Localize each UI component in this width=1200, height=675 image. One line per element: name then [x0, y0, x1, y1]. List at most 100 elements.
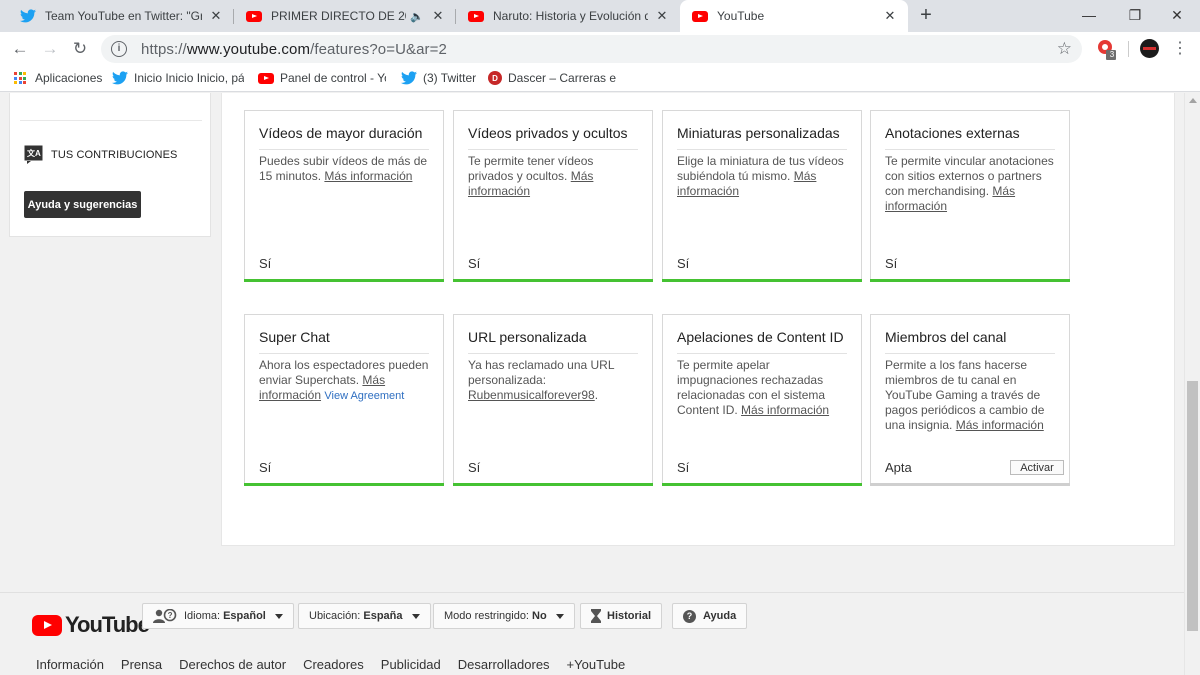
bookmark-dascer[interactable]: D Dascer – Carreras en: [488, 71, 616, 85]
more-info-link[interactable]: Más información: [324, 169, 412, 183]
feature-status: Sí: [468, 256, 481, 271]
forward-icon[interactable]: →: [38, 38, 62, 60]
activate-button[interactable]: Activar: [1010, 460, 1064, 475]
language-picker[interactable]: ? Idioma: Español: [142, 603, 294, 629]
feature-status: Apta: [885, 460, 912, 475]
link-suffix: .: [594, 388, 599, 402]
feature-description: Puedes subir vídeos de más de 15 minutos…: [259, 154, 431, 184]
status-bar: [244, 483, 444, 486]
status-bar: [244, 279, 444, 282]
location-label: Ubicación:: [309, 610, 361, 622]
location-picker[interactable]: Ubicación: España: [298, 603, 431, 629]
contributions-link[interactable]: 文A TUS CONTRIBUCIONES: [24, 145, 177, 164]
help-button[interactable]: ? Ayuda: [672, 603, 748, 629]
extension-badge: 3: [1109, 50, 1115, 59]
scrollbar[interactable]: [1184, 93, 1200, 675]
twitter-icon: [401, 71, 417, 85]
scrollbar-thumb[interactable]: [1187, 381, 1198, 631]
restricted-mode-picker[interactable]: Modo restringido: No: [433, 603, 575, 629]
bookmark-panel-control[interactable]: Panel de control - Yo: [258, 71, 386, 85]
chevron-down-icon: [411, 613, 420, 619]
feature-description-text: Ya has reclamado una URL personalizada:: [468, 358, 615, 387]
footer-link[interactable]: Derechos de autor: [179, 657, 286, 672]
tab-twitter[interactable]: Team YouTube en Twitter: "Gracias ✕: [8, 0, 234, 32]
footer-link[interactable]: Información: [36, 657, 104, 672]
close-icon[interactable]: ✕: [430, 8, 446, 24]
feature-divider: [677, 353, 847, 354]
more-info-link[interactable]: Más información: [956, 418, 1044, 432]
bookmark-aplicaciones[interactable]: Aplicaciones: [14, 71, 102, 85]
more-info-link[interactable]: Más información: [741, 403, 829, 417]
info-icon[interactable]: i: [111, 41, 127, 57]
page-viewport: 文A TUS CONTRIBUCIONES Ayuda y sugerencia…: [0, 93, 1184, 675]
close-icon[interactable]: ✕: [654, 8, 670, 24]
window-close-button[interactable]: ✕: [1154, 0, 1200, 30]
status-bar: [870, 279, 1070, 282]
language-label: Idioma:: [184, 610, 221, 622]
feature-status: Sí: [468, 460, 481, 475]
status-bar: [453, 483, 653, 486]
scroll-up-arrow-icon[interactable]: [1189, 98, 1197, 103]
feature-status: Sí: [259, 256, 272, 271]
feature-title: Miembros del canal: [885, 329, 1007, 345]
tab-naruto[interactable]: Naruto: Historia y Evolución de IT ✕: [456, 0, 680, 32]
tab-title: Team YouTube en Twitter: "Gracias: [45, 9, 202, 23]
contributions-label: TUS CONTRIBUCIONES: [51, 148, 178, 161]
footer-link[interactable]: Prensa: [121, 657, 162, 672]
url-prefix: https://: [141, 40, 187, 58]
reload-icon[interactable]: ↻: [68, 38, 92, 60]
extension-icon[interactable]: 3: [1097, 39, 1117, 66]
help-icon: ?: [683, 609, 696, 623]
footer-link[interactable]: Desarrolladores: [458, 657, 550, 672]
close-icon[interactable]: ✕: [882, 8, 898, 24]
language-icon: ?: [153, 609, 177, 623]
new-tab-button[interactable]: +: [916, 5, 936, 27]
minimize-button[interactable]: —: [1066, 0, 1112, 30]
translate-icon: 文A: [24, 145, 43, 164]
feature-title: Miniaturas personalizadas: [677, 125, 840, 141]
feedback-button[interactable]: Ayuda y sugerencias: [24, 191, 141, 218]
feature-title: Anotaciones externas: [885, 125, 1020, 141]
svg-text:?: ?: [168, 611, 173, 620]
bookmark-inicio[interactable]: Inicio Inicio Inicio, pá: [112, 71, 244, 85]
feature-description: Ya has reclamado una URL personalizada: …: [468, 358, 640, 403]
menu-icon[interactable]: ⋮: [1168, 38, 1192, 60]
bookmarks-bar: Aplicaciones Inicio Inicio Inicio, pá Pa…: [0, 66, 1200, 92]
youtube-wordmark: YouTube: [65, 612, 150, 637]
bookmark-twitter[interactable]: (3) Twitter: [401, 71, 476, 85]
status-bar: [662, 483, 862, 486]
tab-title: Naruto: Historia y Evolución de IT: [493, 9, 648, 23]
bookmark-label: Inicio Inicio Inicio, pá: [134, 71, 244, 85]
back-icon[interactable]: ←: [8, 38, 32, 60]
footer-link[interactable]: +YouTube: [567, 657, 626, 672]
youtube-icon: [246, 10, 262, 22]
feature-status: Sí: [259, 460, 272, 475]
restore-button[interactable]: ❐: [1112, 0, 1158, 30]
feature-divider: [468, 149, 638, 150]
tab-youtube-active[interactable]: YouTube ✕: [680, 0, 908, 32]
bookmark-label: (3) Twitter: [423, 71, 477, 85]
view-agreement-link[interactable]: View Agreement: [324, 390, 404, 402]
tab-title: PRIMER DIRECTO DE 2019 *S: [271, 9, 406, 23]
feature-description: Te permite tener vídeos privados y ocult…: [468, 154, 640, 199]
hourglass-icon: [591, 609, 601, 623]
speaker-icon[interactable]: 🔈: [410, 10, 424, 23]
footer-link[interactable]: Publicidad: [381, 657, 441, 672]
feature-divider: [885, 149, 1055, 150]
sidebar-card: 文A TUS CONTRIBUCIONES Ayuda y sugerencia…: [9, 93, 211, 237]
youtube-icon: [468, 10, 484, 22]
close-icon[interactable]: ✕: [208, 8, 224, 24]
help-label: Ayuda: [703, 610, 737, 622]
bookmark-star-icon[interactable]: ☆: [1057, 39, 1072, 59]
bookmark-label: Dascer – Carreras en: [508, 71, 616, 85]
address-bar[interactable]: i https://www.youtube.com/features?o=U&a…: [101, 35, 1082, 63]
feature-description: Elige la miniatura de tus vídeos subiénd…: [677, 154, 849, 199]
tab-primer-directo[interactable]: PRIMER DIRECTO DE 2019 *S 🔈 ✕: [234, 0, 456, 32]
youtube-logo[interactable]: YouTube: [32, 612, 150, 638]
youtube-icon: [258, 72, 274, 84]
avatar[interactable]: [1140, 39, 1159, 58]
more-info-link[interactable]: Rubenmusicalforever98: [468, 388, 595, 402]
history-button[interactable]: Historial: [580, 603, 663, 629]
feature-card: Miniaturas personalizadas Elige la miniat…: [662, 110, 862, 282]
footer-link[interactable]: Creadores: [303, 657, 364, 672]
